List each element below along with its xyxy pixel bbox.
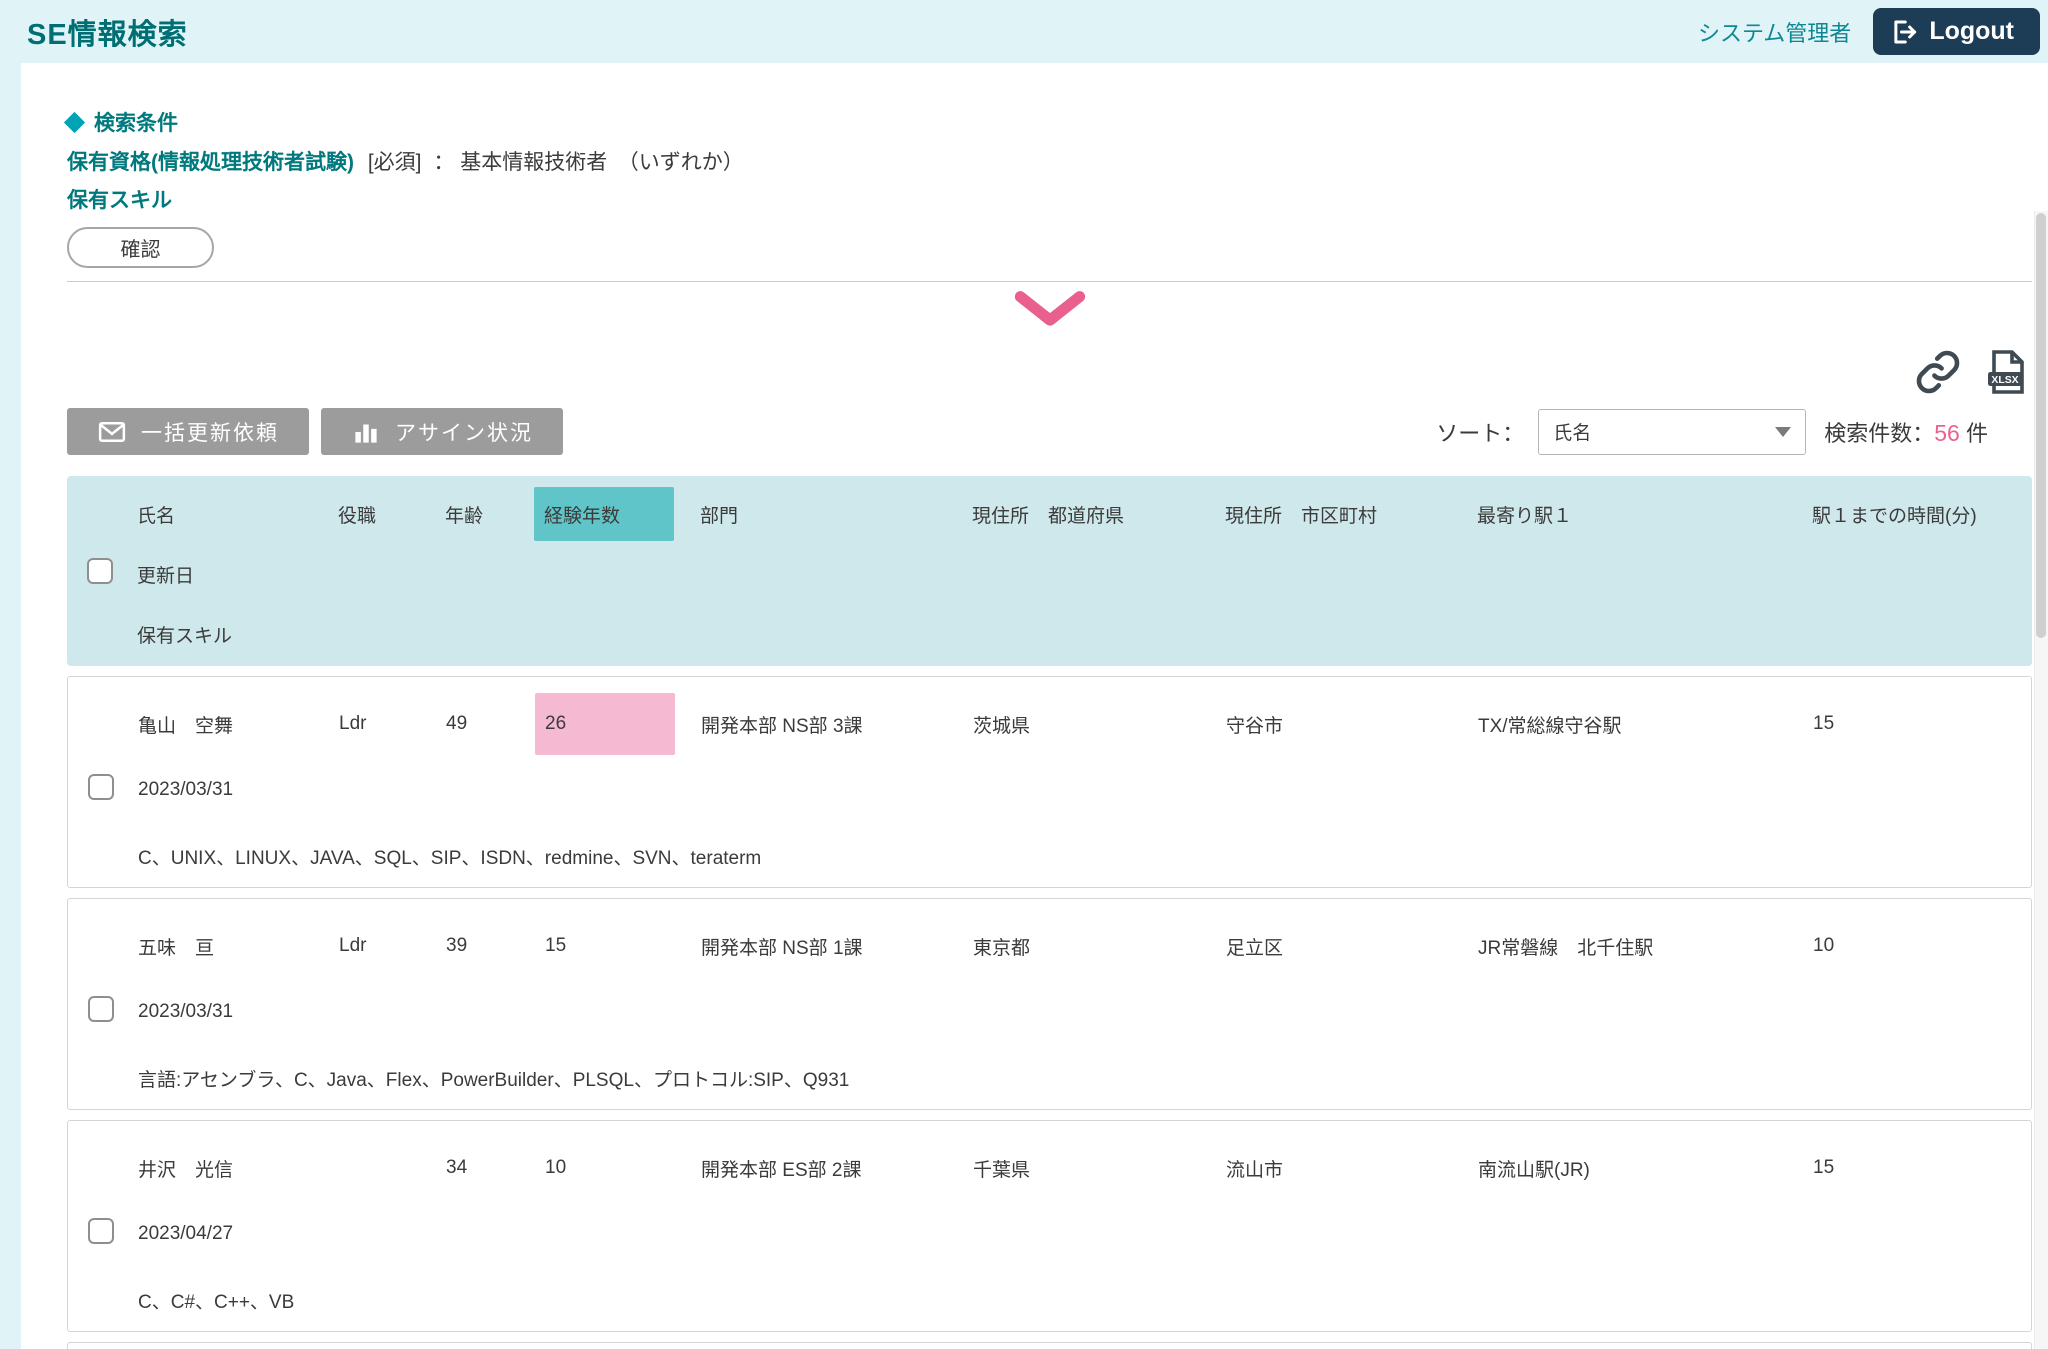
logout-label: Logout xyxy=(1929,17,2014,46)
main-panel: 検索条件 保有資格(情報処理技術者試験) [必須] ： 基本情報技術者 （いずれ… xyxy=(21,63,2048,1349)
result-count-value: 56 xyxy=(1934,420,1960,446)
cell-department: 開発本部 NS部 1課 xyxy=(701,933,973,960)
app-header: SE情報検索 システム管理者 Logout xyxy=(0,0,2048,63)
results-list: 亀山 空舞 Ldr 49 26 開発本部 NS部 3課 茨城県 守谷市 TX/常… xyxy=(67,676,2032,1349)
envelope-icon xyxy=(97,417,127,447)
cell-update-date: 2023/03/31 xyxy=(138,1001,2031,1023)
result-count: 検索件数：56 件 xyxy=(1824,416,1988,448)
confirm-button[interactable]: 確認 xyxy=(67,227,214,268)
required-tag: [必須] xyxy=(368,151,422,174)
cell-update-date: 2023/03/31 xyxy=(138,779,2031,801)
col-header-position: 役職 xyxy=(338,501,445,528)
batch-update-button[interactable]: 一括更新依頼 xyxy=(67,408,309,455)
col-header-prefecture: 現住所 都道府県 xyxy=(972,501,1225,528)
toolbar-right: ソート： 氏名 検索件数：56 件 xyxy=(1436,409,1988,455)
cell-station-time: 15 xyxy=(1813,713,2031,735)
result-count-unit: 件 xyxy=(1966,421,1988,446)
qualification-value: 基本情報技術者 （いずれか） xyxy=(460,151,744,174)
sort-label: ソート： xyxy=(1436,416,1524,448)
cell-name: 五味 亘 xyxy=(138,933,339,960)
table-row: 五味 亘 Ldr 39 15 開発本部 NS部 1課 東京都 足立区 JR常磐線… xyxy=(67,898,2032,1110)
cell-position: Ldr xyxy=(339,713,446,735)
search-conditions-section: 検索条件 xyxy=(67,107,2032,137)
header-right: システム管理者 Logout xyxy=(1698,8,2040,55)
cell-city: 足立区 xyxy=(1226,933,1478,960)
cell-station-time: 10 xyxy=(1813,935,2031,957)
cell-station: TX/常総線守谷駅 xyxy=(1478,711,1813,738)
row-checkbox[interactable] xyxy=(88,996,114,1022)
sort-selected-value: 氏名 xyxy=(1553,418,1591,445)
cell-station-time: 15 xyxy=(1813,1157,2031,1179)
col-header-skills: 保有スキル xyxy=(137,621,2032,648)
cell-position: Ldr xyxy=(339,935,446,957)
vertical-scrollbar[interactable] xyxy=(2034,211,2048,1349)
col-header-department: 部門 xyxy=(700,501,972,528)
export-icons-row: XLSX xyxy=(67,348,2032,396)
batch-update-label: 一括更新依頼 xyxy=(141,417,279,447)
user-role-label: システム管理者 xyxy=(1698,16,1851,48)
col-header-station-time: 駅１までの時間(分) xyxy=(1812,501,2032,528)
search-conditions-title: 検索条件 xyxy=(94,107,178,137)
col-header-update-date: 更新日 xyxy=(137,561,2032,588)
cell-city: 流山市 xyxy=(1226,1155,1478,1182)
cell-department: 開発本部 ES部 2課 xyxy=(701,1155,973,1182)
row-checkbox[interactable] xyxy=(88,1218,114,1244)
sort-select[interactable]: 氏名 xyxy=(1538,409,1806,455)
colon: ： xyxy=(433,151,454,174)
cell-age: 39 xyxy=(446,935,535,957)
cell-department: 開発本部 NS部 3課 xyxy=(701,711,973,738)
cell-name: 亀山 空舞 xyxy=(138,711,339,738)
result-count-label: 検索件数： xyxy=(1824,421,1934,446)
cell-age: 49 xyxy=(446,713,535,735)
select-all-checkbox[interactable] xyxy=(87,558,113,584)
col-header-experience: 経験年数 xyxy=(534,487,700,541)
assign-status-button[interactable]: アサイン状況 xyxy=(321,408,563,455)
qualification-condition: 保有資格(情報処理技術者試験) [必須] ： 基本情報技術者 （いずれか） xyxy=(67,149,2032,177)
table-row: 井沢 光信 34 10 開発本部 ES部 2課 千葉県 流山市 南流山駅(JR)… xyxy=(67,1120,2032,1332)
xlsx-icon-label: XLSX xyxy=(1991,375,2018,386)
cell-station: JR常磐線 北千住駅 xyxy=(1478,933,1813,960)
col-header-name: 氏名 xyxy=(137,501,338,528)
cell-name: 井沢 光信 xyxy=(138,1155,339,1182)
skills-condition-label: 保有スキル xyxy=(67,187,2032,215)
cell-station: 南流山駅(JR) xyxy=(1478,1155,1813,1182)
bar-chart-icon xyxy=(351,417,381,447)
col-header-station: 最寄り駅１ xyxy=(1477,501,1812,528)
cell-prefecture: 千葉県 xyxy=(973,1155,1226,1182)
cell-experience: 26 xyxy=(535,693,701,755)
page-title: SE情報検索 xyxy=(27,11,188,53)
chevron-down-icon xyxy=(1775,427,1791,437)
cell-prefecture: 茨城県 xyxy=(973,711,1226,738)
qualification-label: 保有資格(情報処理技術者試験) xyxy=(67,151,354,174)
xlsx-file-icon[interactable]: XLSX xyxy=(1982,348,2030,396)
results-toolbar: 一括更新依頼 アサイン状況 ソート： 氏名 検索件数：56 件 xyxy=(67,408,2032,455)
logout-icon xyxy=(1889,17,1919,47)
table-row: 亀山 空舞 Ldr 49 26 開発本部 NS部 3課 茨城県 守谷市 TX/常… xyxy=(67,676,2032,888)
link-icon[interactable] xyxy=(1914,348,1962,396)
table-header: 氏名 役職 年齢 経験年数 部門 現住所 都道府県 現住所 市区町村 最寄り駅１… xyxy=(67,476,2032,666)
cell-skills: C、C#、C++、VB xyxy=(138,1287,2031,1314)
cell-city: 守谷市 xyxy=(1226,711,1478,738)
cell-prefecture: 東京都 xyxy=(973,933,1226,960)
logout-button[interactable]: Logout xyxy=(1873,8,2040,55)
col-header-city: 現住所 市区町村 xyxy=(1225,501,1477,528)
table-row: 仲村 隆至 33 8 開発本部 NS部 2課 茨城県 つくばみらい市 TX守谷駅… xyxy=(67,1342,2032,1349)
scrollbar-thumb[interactable] xyxy=(2036,213,2046,638)
section-divider xyxy=(67,281,2032,282)
cell-age: 34 xyxy=(446,1157,535,1179)
diamond-icon xyxy=(64,111,85,132)
col-header-age: 年齢 xyxy=(445,501,534,528)
cell-update-date: 2023/04/27 xyxy=(138,1223,2031,1245)
assign-status-label: アサイン状況 xyxy=(395,417,533,447)
chevron-row xyxy=(67,290,2032,330)
cell-experience: 10 xyxy=(535,1137,701,1199)
row-checkbox[interactable] xyxy=(88,774,114,800)
cell-experience: 15 xyxy=(535,915,701,977)
collapse-chevron-icon[interactable] xyxy=(1013,290,1087,328)
cell-skills: 言語:アセンブラ、C、Java、Flex、PowerBuilder、PLSQL、… xyxy=(138,1065,2031,1092)
cell-skills: C、UNIX、LINUX、JAVA、SQL、SIP、ISDN、redmine、S… xyxy=(138,843,2031,870)
